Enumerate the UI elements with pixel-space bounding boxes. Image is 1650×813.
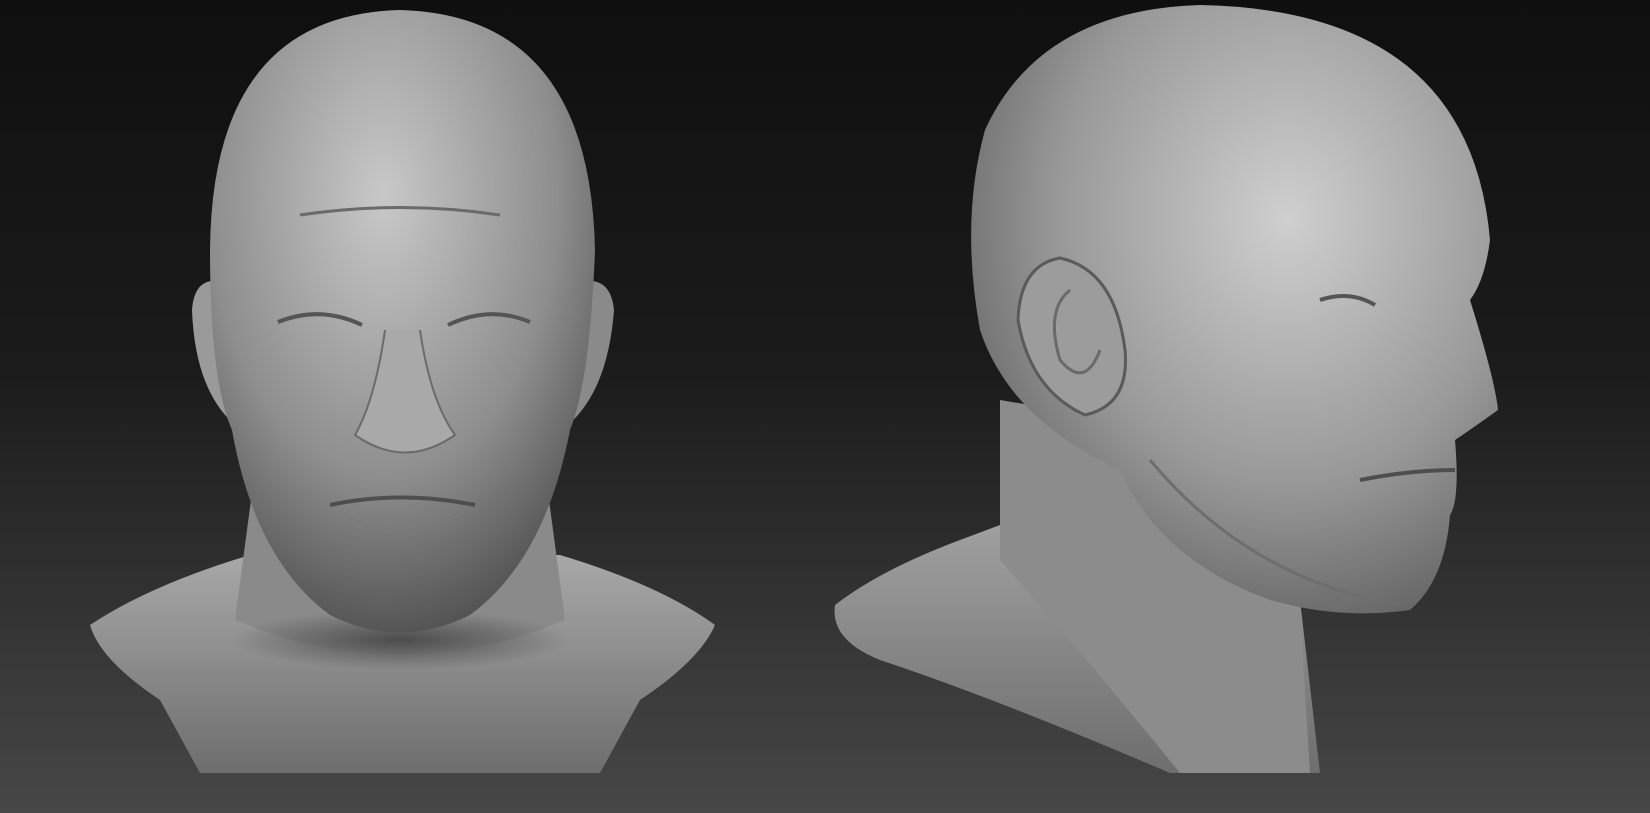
viewport-canvas	[0, 0, 1650, 813]
sculpt-render	[0, 0, 1650, 813]
